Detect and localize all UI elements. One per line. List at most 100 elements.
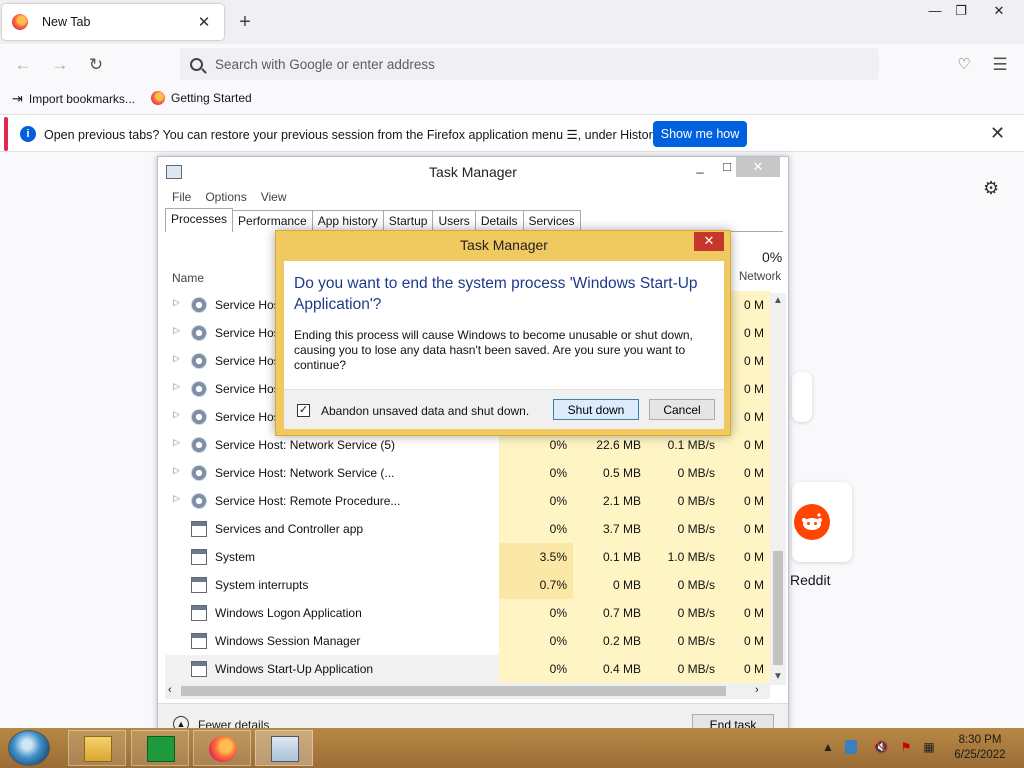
dialog-close-button[interactable]: ✕ (694, 232, 724, 251)
cancel-button[interactable]: Cancel (649, 399, 715, 420)
expand-arrow-icon[interactable]: ▷ (173, 325, 180, 336)
taskbar: ▲ 🔇 ⚑ ▦ 8:30 PM 6/25/2022 (0, 728, 1024, 768)
gear-icon (191, 409, 207, 425)
back-button[interactable]: ← (10, 52, 36, 78)
dialog-title: Task Manager (460, 237, 548, 253)
tab-title: New Tab (42, 15, 91, 29)
expand-arrow-icon[interactable]: ▷ (173, 465, 180, 476)
tab-app-history[interactable]: App history (311, 210, 384, 232)
dialog-main-instruction: Do you want to end the system process 'W… (294, 275, 698, 313)
process-name: System (215, 550, 256, 564)
table-row[interactable]: Windows Session Manager 0% 0.2 MB 0 MB/s 0 M (165, 627, 770, 655)
abandon-data-label[interactable]: Abandon unsaved data and shut down. (321, 404, 529, 418)
network-icon[interactable]: ▦ (921, 740, 937, 756)
reload-button[interactable]: ↻ (83, 52, 109, 78)
process-net-cell: 0 M (721, 599, 770, 627)
scroll-right-arrow[interactable]: › (755, 684, 759, 696)
process-disk-cell: 0 MB/s (647, 571, 721, 599)
app-icon (191, 577, 207, 593)
volume-muted-icon[interactable]: 🔇 (873, 740, 889, 756)
shortcut-tile[interactable] (792, 372, 812, 422)
table-row[interactable]: ▷ Service Host: Remote Procedure... 0% 2.1 … (165, 487, 770, 515)
action-center-icon[interactable] (845, 740, 857, 754)
settings-gear-icon[interactable]: ⚙ (983, 178, 999, 199)
abandon-data-checkbox[interactable]: ✓ (297, 404, 310, 417)
menu-options[interactable]: Options (205, 190, 246, 204)
table-row[interactable]: System 3.5% 0.1 MB 1.0 MB/s 0 M (165, 543, 770, 571)
tab-strip: New Tab ✕ + — ❐ ✕ (0, 0, 1024, 44)
taskbar-firefox[interactable] (193, 730, 251, 766)
process-mem-cell: 0.5 MB (573, 459, 647, 487)
end-process-dialog: Task Manager ✕ Do you want to end the sy… (275, 230, 731, 436)
close-notification-icon[interactable]: ✕ (990, 123, 1005, 144)
process-cpu-cell: 0% (499, 655, 573, 683)
tab-users[interactable]: Users (432, 210, 476, 232)
tab-services[interactable]: Services (522, 210, 581, 232)
tab-details[interactable]: Details (474, 210, 524, 232)
column-header-network[interactable]: Network (739, 271, 781, 283)
scroll-down-arrow[interactable]: ▼ (770, 671, 786, 682)
restore-window-button[interactable]: ❐ (946, 0, 976, 22)
new-tab-button[interactable]: + (234, 10, 256, 34)
reddit-icon (794, 504, 830, 540)
flag-warning-icon[interactable]: ⚑ (898, 740, 914, 756)
tab-startup[interactable]: Startup (382, 210, 434, 232)
app-icon (191, 605, 207, 621)
vertical-scrollbar[interactable]: ▲ ▼ (770, 293, 786, 685)
network-header-percent: 0% (762, 249, 783, 265)
table-row[interactable]: Windows Logon Application 0% 0.7 MB 0 MB/s 0… (165, 599, 770, 627)
tab-processes[interactable]: Processes (165, 208, 234, 232)
table-row[interactable]: System interrupts 0.7% 0 MB 0 MB/s 0 M (165, 571, 770, 599)
process-name: Service Hos (215, 410, 280, 424)
app-menu-button[interactable]: ☰ (987, 52, 1013, 78)
taskbar-file-explorer[interactable] (68, 730, 126, 766)
expand-arrow-icon[interactable]: ▷ (173, 297, 180, 308)
gear-icon (191, 353, 207, 369)
task-manager-icon (271, 736, 299, 762)
process-name: System interrupts (215, 578, 309, 592)
menu-view[interactable]: View (261, 190, 287, 204)
table-row[interactable]: Services and Controller app 0% 3.7 MB 0 MB/… (165, 515, 770, 543)
pocket-icon[interactable]: ♡ (951, 52, 977, 78)
horizontal-scrollbar[interactable]: ‹ › (165, 683, 770, 699)
expand-arrow-icon[interactable]: ▷ (173, 381, 180, 392)
bookmark-import[interactable]: ⇥ Import bookmarks... (12, 91, 135, 107)
process-cpu-cell: 0% (499, 515, 573, 543)
horizontal-scroll-thumb[interactable] (181, 686, 726, 696)
process-name: Service Host: Network Service (... (215, 466, 395, 480)
close-window-button[interactable]: ✕ (984, 0, 1014, 22)
scroll-up-arrow[interactable]: ▲ (770, 295, 786, 306)
bookmark-getting-started[interactable]: Getting Started (151, 91, 252, 105)
tm-maximize-button[interactable]: □ (718, 157, 736, 177)
menu-file[interactable]: File (172, 190, 191, 204)
task-manager-titlebar[interactable]: Task Manager _ □ ✕ (158, 157, 788, 187)
expand-arrow-icon[interactable]: ▷ (173, 409, 180, 420)
tm-close-button[interactable]: ✕ (736, 157, 780, 177)
table-row[interactable]: ▷ Service Host: Network Service (... 0% 0.5… (165, 459, 770, 487)
scroll-left-arrow[interactable]: ‹ (168, 684, 172, 696)
taskbar-task-manager[interactable] (255, 730, 313, 766)
show-hidden-icons[interactable]: ▲ (820, 740, 836, 756)
expand-arrow-icon[interactable]: ▷ (173, 437, 180, 448)
clock[interactable]: 8:30 PM 6/25/2022 (940, 733, 1020, 763)
tab-new-tab[interactable]: New Tab ✕ (2, 4, 224, 40)
expand-arrow-icon[interactable]: ▷ (173, 353, 180, 364)
show-me-how-button[interactable]: Show me how (653, 121, 747, 147)
url-bar[interactable]: Search with Google or enter address (180, 48, 879, 80)
tab-performance[interactable]: Performance (232, 210, 313, 232)
close-tab-icon[interactable]: ✕ (194, 13, 214, 31)
process-cpu-cell: 0% (499, 627, 573, 655)
tm-minimize-button[interactable]: _ (690, 157, 710, 177)
taskbar-store[interactable] (131, 730, 189, 766)
bookmarks-toolbar: ⇥ Import bookmarks... Getting Started (0, 86, 1024, 112)
clock-time: 8:30 PM (958, 734, 1002, 746)
shut-down-button[interactable]: Shut down (553, 399, 639, 420)
start-button[interactable] (8, 730, 50, 766)
column-header-name[interactable]: Name (172, 271, 204, 285)
table-row[interactable]: Windows Start-Up Application 0% 0.4 MB 0 MB… (165, 655, 770, 683)
forward-button[interactable]: → (47, 52, 73, 78)
expand-arrow-icon[interactable]: ▷ (173, 493, 180, 504)
process-name: Service Host: Remote Procedure... (215, 494, 401, 508)
vertical-scroll-thumb[interactable] (773, 551, 783, 665)
process-disk-cell: 0 MB/s (647, 487, 721, 515)
